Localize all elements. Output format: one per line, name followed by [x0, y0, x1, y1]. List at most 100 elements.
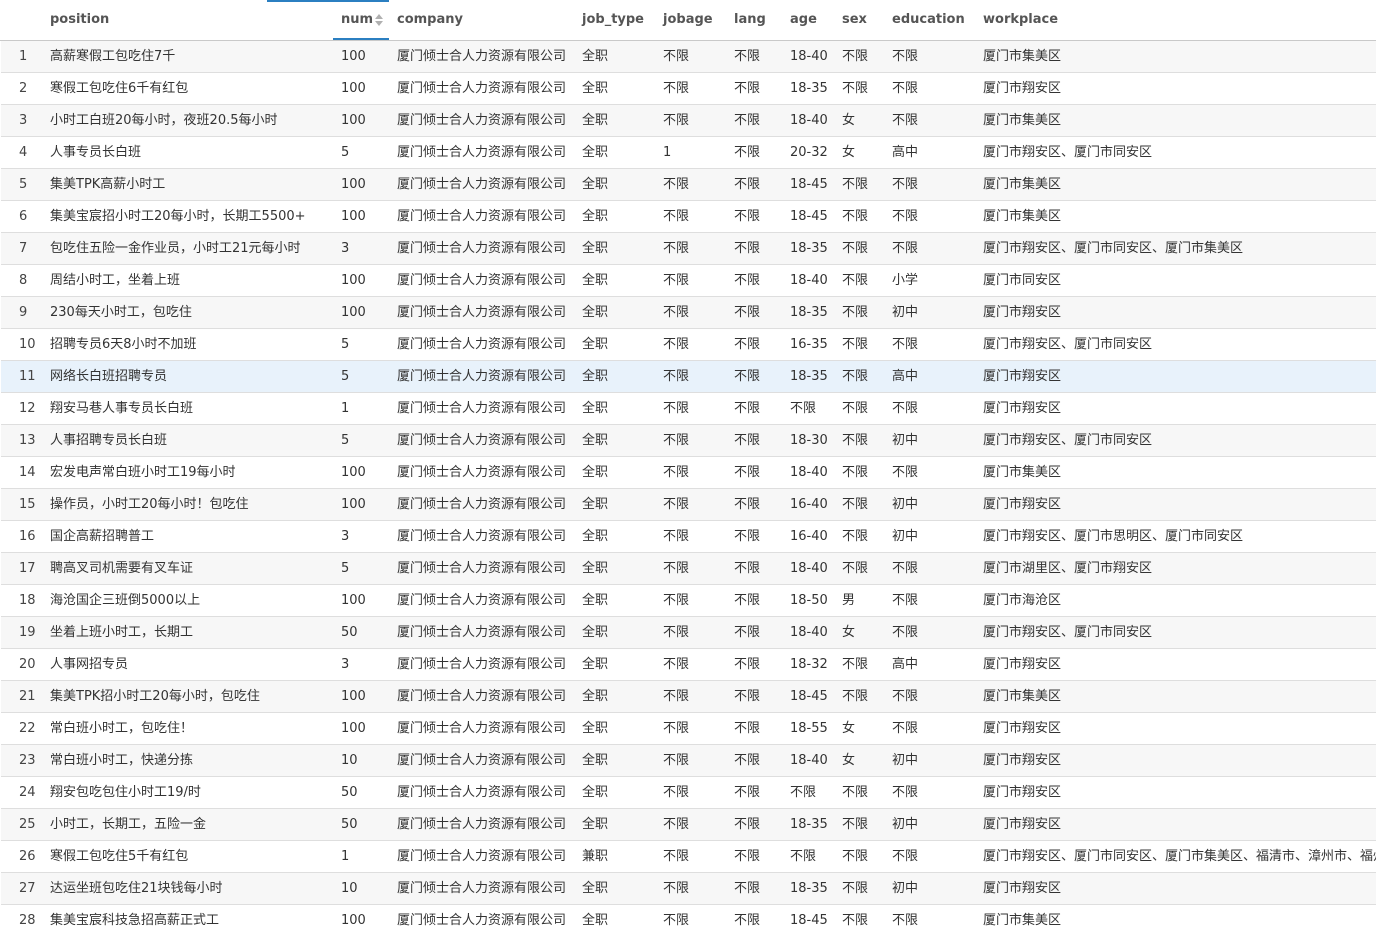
cell-company: 厦门倾士合人力资源有限公司 — [397, 849, 567, 864]
table-row[interactable]: 8 周结小时工，坐着上班 100 厦门倾士合人力资源有限公司 全职 不限 不限 18-40 不限… — [1, 265, 1376, 297]
cell-position: 集美宝宸招小时工20每小时，长期工5500+ — [50, 209, 306, 224]
table-row[interactable]: 14 宏发电声常白班小时工19每小时 100 厦门倾士合人力资源有限公司 全职 不限 不限 1… — [1, 457, 1376, 489]
table-row[interactable]: 4 人事专员长白班 5 厦门倾士合人力资源有限公司 全职 1 不限 20-32 女 高中 厦门市翔安… — [1, 137, 1376, 169]
row-index: 10 — [19, 337, 36, 352]
cell-education: 不限 — [892, 593, 919, 608]
table-row[interactable]: 28 集美宝宸科技急招高薪正式工 100 厦门倾士合人力资源有限公司 全职 不限 不限 18-… — [1, 905, 1376, 927]
cell-jobage: 不限 — [663, 625, 690, 640]
table-row[interactable]: 1 高薪寒假工包吃住7千 100 厦门倾士合人力资源有限公司 全职 不限 不限 18-40 不限… — [1, 41, 1376, 73]
table-row[interactable]: 20 人事网招专员 3 厦门倾士合人力资源有限公司 全职 不限 不限 18-32 不限 高中 厦门市… — [1, 649, 1376, 681]
cell-company: 厦门倾士合人力资源有限公司 — [397, 785, 567, 800]
cell-num: 100 — [341, 81, 366, 96]
cell-sex: 不限 — [842, 913, 869, 927]
cell-jobage: 不限 — [663, 817, 690, 832]
table-row[interactable]: 18 海沧国企三班倒5000以上 100 厦门倾士合人力资源有限公司 全职 不限 不限 18-… — [1, 585, 1376, 617]
table-row[interactable]: 16 国企高薪招聘普工 3 厦门倾士合人力资源有限公司 全职 不限 不限 16-40 不限 初中 厦… — [1, 521, 1376, 553]
cell-education: 不限 — [892, 689, 919, 704]
column-header-company[interactable]: company — [397, 0, 463, 40]
cell-sex: 女 — [842, 753, 856, 768]
cell-sex: 不限 — [842, 849, 869, 864]
cell-workplace: 厦门市集美区 — [983, 209, 1062, 224]
cell-workplace: 厦门市集美区 — [983, 913, 1062, 927]
cell-company: 厦门倾士合人力资源有限公司 — [397, 81, 567, 96]
cell-workplace: 厦门市翔安区 — [983, 785, 1062, 800]
cell-workplace: 厦门市翔安区、厦门市同安区 — [983, 625, 1153, 640]
table-row[interactable]: 7 包吃住五险一金作业员，小时工21元每小时 3 厦门倾士合人力资源有限公司 全职 不限 不… — [1, 233, 1376, 265]
cell-jobage: 不限 — [663, 337, 690, 352]
row-index: 2 — [19, 81, 28, 96]
cell-education: 不限 — [892, 625, 919, 640]
cell-lang: 不限 — [734, 817, 761, 832]
table-row[interactable]: 21 集美TPK招小时工20每小时，包吃住 100 厦门倾士合人力资源有限公司 全职 不限… — [1, 681, 1376, 713]
cell-num: 100 — [341, 721, 366, 736]
column-header-sex[interactable]: sex — [842, 0, 867, 40]
table-row[interactable]: 26 寒假工包吃住5千有红包 1 厦门倾士合人力资源有限公司 兼职 不限 不限 不限 不限 不限 厦… — [1, 841, 1376, 873]
cell-sex: 不限 — [842, 817, 869, 832]
cell-job-type: 全职 — [582, 305, 609, 320]
cell-age: 18-40 — [790, 113, 828, 128]
cell-sex: 不限 — [842, 561, 869, 576]
column-header-lang[interactable]: lang — [734, 0, 766, 40]
cell-jobage: 不限 — [663, 177, 690, 192]
cell-jobage: 不限 — [663, 785, 690, 800]
cell-education: 初中 — [892, 529, 919, 544]
cell-lang: 不限 — [734, 305, 761, 320]
cell-sex: 不限 — [842, 529, 869, 544]
row-index: 19 — [19, 625, 36, 640]
table-row[interactable]: 15 操作员，小时工20每小时！包吃住 100 厦门倾士合人力资源有限公司 全职 不限 不限… — [1, 489, 1376, 521]
cell-education: 初中 — [892, 817, 919, 832]
cell-job-type: 全职 — [582, 273, 609, 288]
table-row[interactable]: 22 常白班小时工，包吃住！ 100 厦门倾士合人力资源有限公司 全职 不限 不限 18-55… — [1, 713, 1376, 745]
table-row[interactable]: 5 集美TPK高薪小时工 100 厦门倾士合人力资源有限公司 全职 不限 不限 18-45 不限… — [1, 169, 1376, 201]
table-row[interactable]: 2 寒假工包吃住6千有红包 100 厦门倾士合人力资源有限公司 全职 不限 不限 18-35 不… — [1, 73, 1376, 105]
cell-sex: 不限 — [842, 369, 869, 384]
cell-num: 100 — [341, 593, 366, 608]
cell-lang: 不限 — [734, 689, 761, 704]
table-row[interactable]: 10 招聘专员6天8小时不加班 5 厦门倾士合人力资源有限公司 全职 不限 不限 16-35 不… — [1, 329, 1376, 361]
column-header-education[interactable]: education — [892, 0, 965, 40]
cell-education: 小学 — [892, 273, 919, 288]
cell-jobage: 不限 — [663, 721, 690, 736]
table-row[interactable]: 6 集美宝宸招小时工20每小时，长期工5500+ 100 厦门倾士合人力资源有限公司全… — [1, 201, 1376, 233]
cell-company: 厦门倾士合人力资源有限公司 — [397, 273, 567, 288]
cell-age: 18-45 — [790, 209, 828, 224]
cell-education: 高中 — [892, 657, 919, 672]
table-row[interactable]: 23 常白班小时工，快递分拣 10 厦门倾士合人力资源有限公司 全职 不限 不限 18-40 女… — [1, 745, 1376, 777]
column-header-jobage[interactable]: jobage — [663, 0, 713, 40]
cell-lang: 不限 — [734, 753, 761, 768]
table-row[interactable]: 13 人事招聘专员长白班 5 厦门倾士合人力资源有限公司 全职 不限 不限 18-30 不限 初中… — [1, 425, 1376, 457]
table-row[interactable]: 11 网络长白班招聘专员 5 厦门倾士合人力资源有限公司 全职 不限 不限 18-35 不限 高中… — [1, 361, 1376, 393]
sort-arrows-icon[interactable] — [374, 13, 384, 27]
column-header-age[interactable]: age — [790, 0, 817, 40]
cell-lang: 不限 — [734, 145, 761, 160]
column-header-num[interactable]: num — [341, 0, 373, 40]
table-row[interactable]: 9 230每天小时工，包吃住 100 厦门倾士合人力资源有限公司 全职 不限 不限 18-35… — [1, 297, 1376, 329]
cell-education: 不限 — [892, 113, 919, 128]
cell-workplace: 厦门市翔安区 — [983, 721, 1062, 736]
cell-num: 50 — [341, 625, 358, 640]
cell-job-type: 全职 — [582, 529, 609, 544]
table-row[interactable]: 27 达运坐班包吃住21块钱每小时 10 厦门倾士合人力资源有限公司 全职 不限 不限 18-… — [1, 873, 1376, 905]
cell-jobage: 不限 — [663, 401, 690, 416]
table-row[interactable]: 3 小时工白班20每小时，夜班20.5每小时 100 厦门倾士合人力资源有限公司 全职 不… — [1, 105, 1376, 137]
table-row[interactable]: 19 坐着上班小时工，长期工 50 厦门倾士合人力资源有限公司 全职 不限 不限 18-40 女… — [1, 617, 1376, 649]
cell-jobage: 不限 — [663, 881, 690, 896]
cell-education: 初中 — [892, 881, 919, 896]
cell-workplace: 厦门市集美区 — [983, 177, 1062, 192]
cell-job-type: 全职 — [582, 49, 609, 64]
table-row[interactable]: 24 翔安包吃包住小时工19/时 50 厦门倾士合人力资源有限公司 全职 不限 不限 不限 不限… — [1, 777, 1376, 809]
column-header-workplace[interactable]: workplace — [983, 0, 1058, 40]
cell-company: 厦门倾士合人力资源有限公司 — [397, 721, 567, 736]
column-header-position[interactable]: position — [50, 0, 109, 40]
table-row[interactable]: 25 小时工，长期工，五险一金 50 厦门倾士合人力资源有限公司 全职 不限 不限 18-35… — [1, 809, 1376, 841]
cell-age: 不限 — [790, 785, 817, 800]
cell-num: 100 — [341, 465, 366, 480]
cell-sex: 不限 — [842, 337, 869, 352]
cell-jobage: 不限 — [663, 49, 690, 64]
table-row[interactable]: 12 翔安马巷人事专员长白班 1 厦门倾士合人力资源有限公司 全职 不限 不限 不限 不限 不限 厦… — [1, 393, 1376, 425]
column-header-job-type[interactable]: job_type — [582, 0, 644, 40]
cell-education: 不限 — [892, 241, 919, 256]
table-row[interactable]: 17 聘高叉司机需要有叉车证 5 厦门倾士合人力资源有限公司 全职 不限 不限 18-40 不限… — [1, 553, 1376, 585]
cell-num: 1 — [341, 849, 350, 864]
row-index: 8 — [19, 273, 28, 288]
